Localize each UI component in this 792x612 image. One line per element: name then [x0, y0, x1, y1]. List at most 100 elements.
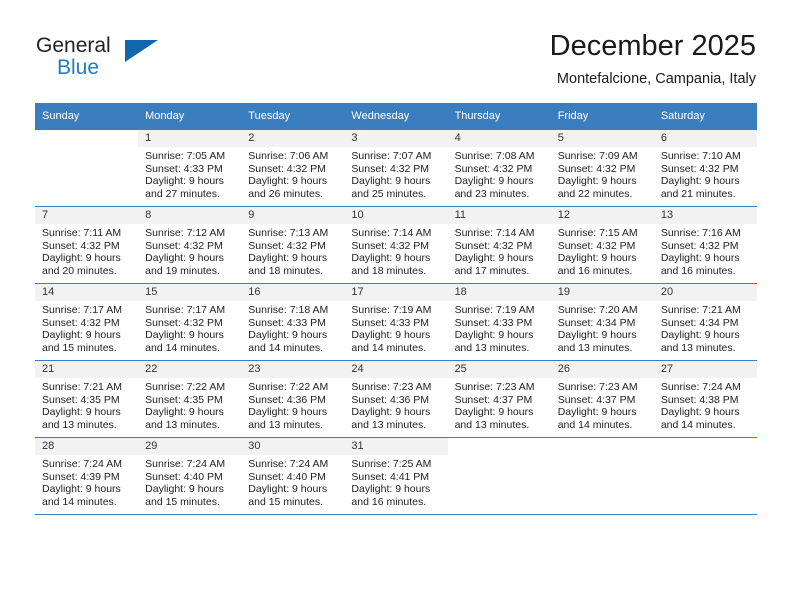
- day-number: 21: [35, 361, 139, 378]
- logo-text-blue: Blue: [57, 56, 100, 79]
- sunrise-text: Sunrise: 7:24 AM: [145, 458, 226, 470]
- daylight-text-line1: Daylight: 9 hours: [557, 406, 637, 419]
- day-number: 9: [241, 207, 345, 224]
- calendar-cell-empty: [550, 437, 654, 515]
- daylight-text-line2: and 14 minutes.: [145, 341, 220, 354]
- daylight-text-line1: Daylight: 9 hours: [42, 483, 121, 496]
- daylight-text-line2: and 13 minutes.: [454, 418, 530, 431]
- sunset-text: Sunset: 4:39 PM: [42, 470, 120, 483]
- day-details: Sunrise: 7:20 AM Sunset: 4:34 PM Daylight:…: [551, 301, 654, 354]
- sunset-text: Sunset: 4:32 PM: [42, 316, 120, 329]
- sunset-text: Sunset: 4:32 PM: [351, 239, 430, 252]
- calendar-day-cell[interactable]: 1 Sunrise: 7:05 AM Sunset: 4:33 PM Daylight…: [138, 129, 242, 207]
- calendar-day-cell[interactable]: 14 Sunrise: 7:17 AM Sunset: 4:32 PM Dayligh…: [35, 283, 139, 361]
- daylight-text-line1: Daylight: 9 hours: [454, 406, 534, 419]
- calendar-day-cell[interactable]: 12 Sunrise: 7:15 AM Sunset: 4:32 PM Dayligh…: [550, 206, 654, 284]
- day-number: [551, 438, 654, 455]
- weekday-header-tuesday: Tuesday: [241, 103, 345, 130]
- sunset-text: Sunset: 4:32 PM: [351, 162, 430, 175]
- calendar-day-cell[interactable]: 3 Sunrise: 7:07 AM Sunset: 4:32 PM Daylight…: [344, 129, 448, 207]
- daylight-text-line2: and 13 minutes.: [351, 418, 427, 431]
- sunset-text: Sunset: 4:33 PM: [454, 316, 533, 329]
- calendar-day-cell[interactable]: 31 Sunrise: 7:25 AM Sunset: 4:41 PM Dayligh…: [344, 437, 448, 515]
- day-details: Sunrise: 7:22 AM Sunset: 4:35 PM Daylight:…: [138, 378, 241, 431]
- calendar-day-cell[interactable]: 25 Sunrise: 7:23 AM Sunset: 4:37 PM Dayligh…: [447, 360, 551, 438]
- calendar-day-cell[interactable]: 26 Sunrise: 7:23 AM Sunset: 4:37 PM Dayligh…: [550, 360, 654, 438]
- day-number: 18: [447, 284, 551, 301]
- weekday-header-wednesday: Wednesday: [344, 103, 448, 130]
- daylight-text-line1: Daylight: 9 hours: [454, 175, 534, 188]
- sunrise-text: Sunrise: 7:25 AM: [351, 458, 432, 470]
- daylight-text-line1: Daylight: 9 hours: [145, 483, 224, 496]
- calendar-day-cell[interactable]: 7 Sunrise: 7:11 AM Sunset: 4:32 PM Daylight…: [35, 206, 139, 284]
- daylight-text-line1: Daylight: 9 hours: [557, 175, 637, 188]
- day-number: 22: [138, 361, 242, 378]
- sunset-text: Sunset: 4:35 PM: [145, 393, 223, 406]
- calendar-day-cell[interactable]: 2 Sunrise: 7:06 AM Sunset: 4:32 PM Daylight…: [241, 129, 345, 207]
- calendar-day-cell[interactable]: 11 Sunrise: 7:14 AM Sunset: 4:32 PM Dayligh…: [447, 206, 551, 284]
- sunrise-text: Sunrise: 7:10 AM: [660, 150, 741, 162]
- sunset-text: Sunset: 4:34 PM: [557, 316, 636, 329]
- calendar-table: Sunday Monday Tuesday Wednesday Thursday…: [35, 103, 757, 515]
- daylight-text-line2: and 14 minutes.: [660, 418, 736, 431]
- calendar-day-cell[interactable]: 16 Sunrise: 7:18 AM Sunset: 4:33 PM Dayligh…: [241, 283, 345, 361]
- daylight-text-line2: and 14 minutes.: [248, 341, 323, 354]
- calendar-day-cell[interactable]: 29 Sunrise: 7:24 AM Sunset: 4:40 PM Dayligh…: [138, 437, 242, 515]
- calendar-day-cell[interactable]: 22 Sunrise: 7:22 AM Sunset: 4:35 PM Dayligh…: [138, 360, 242, 438]
- sunrise-text: Sunrise: 7:23 AM: [454, 381, 535, 393]
- calendar-day-cell[interactable]: 23 Sunrise: 7:22 AM Sunset: 4:36 PM Dayligh…: [241, 360, 345, 438]
- calendar-day-cell[interactable]: 18 Sunrise: 7:19 AM Sunset: 4:33 PM Dayligh…: [447, 283, 551, 361]
- calendar-day-cell[interactable]: 17 Sunrise: 7:19 AM Sunset: 4:33 PM Dayligh…: [344, 283, 448, 361]
- daylight-text-line2: and 15 minutes.: [145, 495, 220, 508]
- calendar-day-cell[interactable]: 5 Sunrise: 7:09 AM Sunset: 4:32 PM Daylight…: [550, 129, 654, 207]
- sunrise-text: Sunrise: 7:16 AM: [660, 227, 741, 239]
- daylight-text-line2: and 13 minutes.: [145, 418, 220, 431]
- sunset-text: Sunset: 4:37 PM: [557, 393, 636, 406]
- calendar-day-cell[interactable]: 8 Sunrise: 7:12 AM Sunset: 4:32 PM Daylight…: [138, 206, 242, 284]
- day-details: Sunrise: 7:24 AM Sunset: 4:38 PM Daylight:…: [654, 378, 757, 431]
- day-number: 27: [653, 361, 757, 378]
- calendar-day-cell[interactable]: 21 Sunrise: 7:21 AM Sunset: 4:35 PM Dayligh…: [35, 360, 139, 438]
- daylight-text-line1: Daylight: 9 hours: [145, 406, 224, 419]
- calendar-page: General Blue December 2025 Montefalcione…: [0, 0, 792, 612]
- calendar-day-cell[interactable]: 20 Sunrise: 7:21 AM Sunset: 4:34 PM Dayligh…: [653, 283, 757, 361]
- calendar-day-cell[interactable]: 28 Sunrise: 7:24 AM Sunset: 4:39 PM Dayligh…: [35, 437, 139, 515]
- day-number: 31: [344, 438, 448, 455]
- daylight-text-line2: and 18 minutes.: [248, 264, 323, 277]
- calendar-day-cell[interactable]: 30 Sunrise: 7:24 AM Sunset: 4:40 PM Dayligh…: [241, 437, 345, 515]
- daylight-text-line2: and 23 minutes.: [454, 187, 530, 200]
- calendar-week-row: 14 Sunrise: 7:17 AM Sunset: 4:32 PM Dayligh…: [35, 283, 757, 361]
- calendar-day-cell[interactable]: 13 Sunrise: 7:16 AM Sunset: 4:32 PM Dayligh…: [653, 206, 757, 284]
- calendar-day-cell[interactable]: 6 Sunrise: 7:10 AM Sunset: 4:32 PM Daylight…: [653, 129, 757, 207]
- general-blue-logo[interactable]: General Blue: [36, 34, 216, 86]
- day-number: 10: [344, 207, 448, 224]
- calendar-day-cell[interactable]: 27 Sunrise: 7:24 AM Sunset: 4:38 PM Dayligh…: [653, 360, 757, 438]
- calendar-day-cell[interactable]: 24 Sunrise: 7:23 AM Sunset: 4:36 PM Dayligh…: [344, 360, 448, 438]
- daylight-text-line1: Daylight: 9 hours: [145, 329, 224, 342]
- daylight-text-line2: and 21 minutes.: [660, 187, 736, 200]
- daylight-text-line2: and 14 minutes.: [351, 341, 427, 354]
- calendar-day-cell[interactable]: 4 Sunrise: 7:08 AM Sunset: 4:32 PM Daylight…: [447, 129, 551, 207]
- calendar-day-cell[interactable]: 9 Sunrise: 7:13 AM Sunset: 4:32 PM Daylight…: [241, 206, 345, 284]
- daylight-text-line2: and 27 minutes.: [145, 187, 220, 200]
- day-details: Sunrise: 7:19 AM Sunset: 4:33 PM Daylight:…: [344, 301, 447, 354]
- day-details: Sunrise: 7:05 AM Sunset: 4:33 PM Daylight:…: [138, 147, 241, 200]
- sunset-text: Sunset: 4:32 PM: [454, 239, 533, 252]
- logo-text-general: General: [36, 34, 111, 57]
- page-subtitle: Montefalcione, Campania, Italy: [556, 71, 756, 87]
- calendar-day-cell[interactable]: 19 Sunrise: 7:20 AM Sunset: 4:34 PM Dayligh…: [550, 283, 654, 361]
- day-number: 2: [241, 130, 345, 147]
- day-details: Sunrise: 7:22 AM Sunset: 4:36 PM Daylight:…: [241, 378, 344, 431]
- calendar-cell-empty: [35, 129, 139, 207]
- day-number: 1: [138, 130, 242, 147]
- daylight-text-line1: Daylight: 9 hours: [351, 175, 431, 188]
- calendar-day-cell[interactable]: 15 Sunrise: 7:17 AM Sunset: 4:32 PM Dayligh…: [138, 283, 242, 361]
- daylight-text-line2: and 13 minutes.: [660, 341, 736, 354]
- day-number: [654, 438, 757, 455]
- sunrise-text: Sunrise: 7:17 AM: [145, 304, 226, 316]
- day-details: Sunrise: 7:07 AM Sunset: 4:32 PM Daylight:…: [344, 147, 447, 200]
- daylight-text-line1: Daylight: 9 hours: [248, 406, 328, 419]
- day-number: 6: [653, 130, 757, 147]
- calendar-day-cell[interactable]: 10 Sunrise: 7:14 AM Sunset: 4:32 PM Dayligh…: [344, 206, 448, 284]
- day-number: 12: [550, 207, 654, 224]
